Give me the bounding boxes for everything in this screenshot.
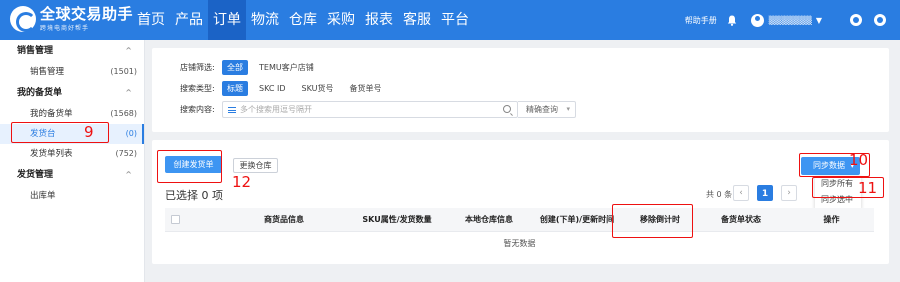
sidebar-group-label: 发货管理 — [17, 170, 54, 180]
empty-state-text: 暂无数据 — [503, 239, 536, 248]
annotation-box-countdown-column — [612, 204, 693, 238]
logo-title: 全球交易助手 — [40, 5, 134, 23]
sidebar-group-label: 销售管理 — [17, 46, 54, 56]
sidebar-item-label: 我的备货单 — [30, 109, 73, 119]
shipping-desk-panel: 创建发货单 更换仓库 同步数据 ▾ 已选择 0 项 共 0 条 ‹ 1 › 同步… — [152, 140, 889, 264]
column-actions: 操作 — [823, 215, 840, 224]
next-page-button[interactable]: › — [781, 185, 797, 201]
column-local-warehouse: 本地仓库信息 — [465, 215, 513, 224]
sidebar-item-label: 发货单列表 — [30, 149, 73, 159]
sidebar-group-stock-orders[interactable]: 我的备货单 ^ — [0, 82, 144, 104]
sidebar-item-label: 销售管理 — [30, 67, 65, 77]
annotation-label: 9 — [84, 123, 94, 141]
nav-reports[interactable]: 报表 — [360, 0, 398, 40]
nav-logistics[interactable]: 物流 — [246, 0, 284, 40]
search-content-label: 搜索内容: — [180, 105, 215, 114]
chevron-down-icon: ▾ — [566, 105, 570, 113]
selected-count: 已选择 0 项 — [165, 189, 223, 202]
prev-page-button[interactable]: ‹ — [733, 185, 749, 201]
nav-platform[interactable]: 平台 — [436, 0, 474, 40]
nav-orders[interactable]: 订单 — [208, 0, 246, 40]
chevron-down-icon[interactable]: ▼ — [816, 16, 822, 25]
list-icon[interactable] — [228, 106, 236, 113]
column-sku-attributes: SKU属性/发货数量 — [362, 215, 432, 224]
chevron-up-icon: ^ — [125, 46, 132, 55]
help-manual-link[interactable]: 帮助手册 — [685, 15, 717, 26]
main-nav: 首页 产品 订单 物流 仓库 采购 报表 客服 平台 — [132, 0, 474, 40]
search-type-row: 搜索类型: 标题 SKC ID SKU货号 备货单号 — [180, 81, 387, 96]
search-type-stock-order-no[interactable]: 备货单号 — [345, 81, 387, 96]
sidebar-item-shipping-list[interactable]: 发货单列表 (752) — [0, 144, 144, 164]
select-all-checkbox[interactable] — [171, 215, 180, 224]
sidebar-item-count: (1501) — [110, 67, 137, 76]
search-mode-select[interactable]: 精确查询 ▾ — [518, 101, 576, 118]
chevron-up-icon: ^ — [125, 88, 132, 97]
store-filter-label: 店铺筛选: — [180, 63, 215, 72]
page-1-button[interactable]: 1 — [757, 185, 773, 201]
sidebar-item-count: (1568) — [110, 109, 137, 118]
app-logo[interactable]: 全球交易助手 跨境电商好帮手 — [10, 6, 133, 32]
search-type-sku-code[interactable]: SKU货号 — [297, 81, 339, 96]
username[interactable]: ▒▒▒▒▒▒▒ — [769, 16, 812, 25]
logo-icon — [10, 6, 36, 32]
nav-purchase[interactable]: 采购 — [322, 0, 360, 40]
search-box — [222, 101, 518, 118]
chevron-up-icon: ^ — [125, 170, 132, 179]
store-option-all[interactable]: 全部 — [222, 60, 248, 75]
sidebar-item-outbound-orders[interactable]: 出库单 — [0, 186, 144, 206]
filter-panel: 店铺筛选: 全部 TEMU客户店铺 搜索类型: 标题 SKC ID SKU货号 … — [152, 48, 889, 132]
nav-products[interactable]: 产品 — [170, 0, 208, 40]
column-stock-order-status: 备货单状态 — [721, 215, 761, 224]
top-navbar: 全球交易助手 跨境电商好帮手 首页 产品 订单 物流 仓库 采购 报表 客服 平… — [0, 0, 900, 40]
sidebar-item-label: 出库单 — [30, 191, 56, 201]
search-type-skc-id[interactable]: SKC ID — [254, 81, 291, 96]
annotation-label: 10 — [849, 151, 869, 169]
sidebar-group-label: 我的备货单 — [17, 88, 63, 98]
avatar-icon[interactable] — [750, 13, 764, 27]
sidebar: 销售管理 ^ 销售管理 (1501) 我的备货单 ^ 我的备货单 (1568) … — [0, 40, 145, 282]
settings-icon[interactable] — [850, 14, 862, 26]
sidebar-item-count: (0) — [125, 129, 137, 138]
search-content-row: 搜索内容: 精确查询 ▾ — [180, 101, 576, 118]
total-count: 共 0 条 — [706, 190, 733, 199]
search-mode-value: 精确查询 — [526, 105, 558, 114]
annotation-box-create-button — [157, 150, 222, 183]
annotation-label: 11 — [858, 179, 878, 197]
store-filter-row: 店铺筛选: 全部 TEMU客户店铺 — [180, 60, 319, 75]
annotation-label: 12 — [232, 173, 252, 191]
nav-warehouse[interactable]: 仓库 — [284, 0, 322, 40]
sidebar-group-sales[interactable]: 销售管理 ^ — [0, 40, 144, 62]
store-option-temu[interactable]: TEMU客户店铺 — [254, 60, 319, 75]
annotation-box-shipping-desk — [11, 122, 109, 143]
search-input[interactable] — [240, 105, 490, 114]
column-product-info: 商货品信息 — [264, 215, 304, 224]
change-warehouse-button[interactable]: 更换仓库 — [233, 158, 278, 173]
nav-service[interactable]: 客服 — [398, 0, 436, 40]
search-icon[interactable] — [503, 105, 511, 113]
search-type-label: 搜索类型: — [180, 84, 215, 93]
search-type-title[interactable]: 标题 — [222, 81, 248, 96]
sidebar-item-my-stock-orders[interactable]: 我的备货单 (1568) — [0, 104, 144, 124]
table-header: 商货品信息 SKU属性/发货数量 本地仓库信息 创建(下单)/更新时间 移除倒计… — [165, 208, 874, 232]
sidebar-group-shipping-management[interactable]: 发货管理 ^ — [0, 164, 144, 186]
logo-subtitle: 跨境电商好帮手 — [40, 25, 90, 32]
sidebar-item-count: (752) — [115, 149, 137, 158]
bell-icon[interactable] — [727, 15, 737, 26]
sidebar-item-sales-management[interactable]: 销售管理 (1501) — [0, 62, 144, 82]
nav-home[interactable]: 首页 — [132, 0, 170, 40]
power-icon[interactable] — [874, 14, 886, 26]
